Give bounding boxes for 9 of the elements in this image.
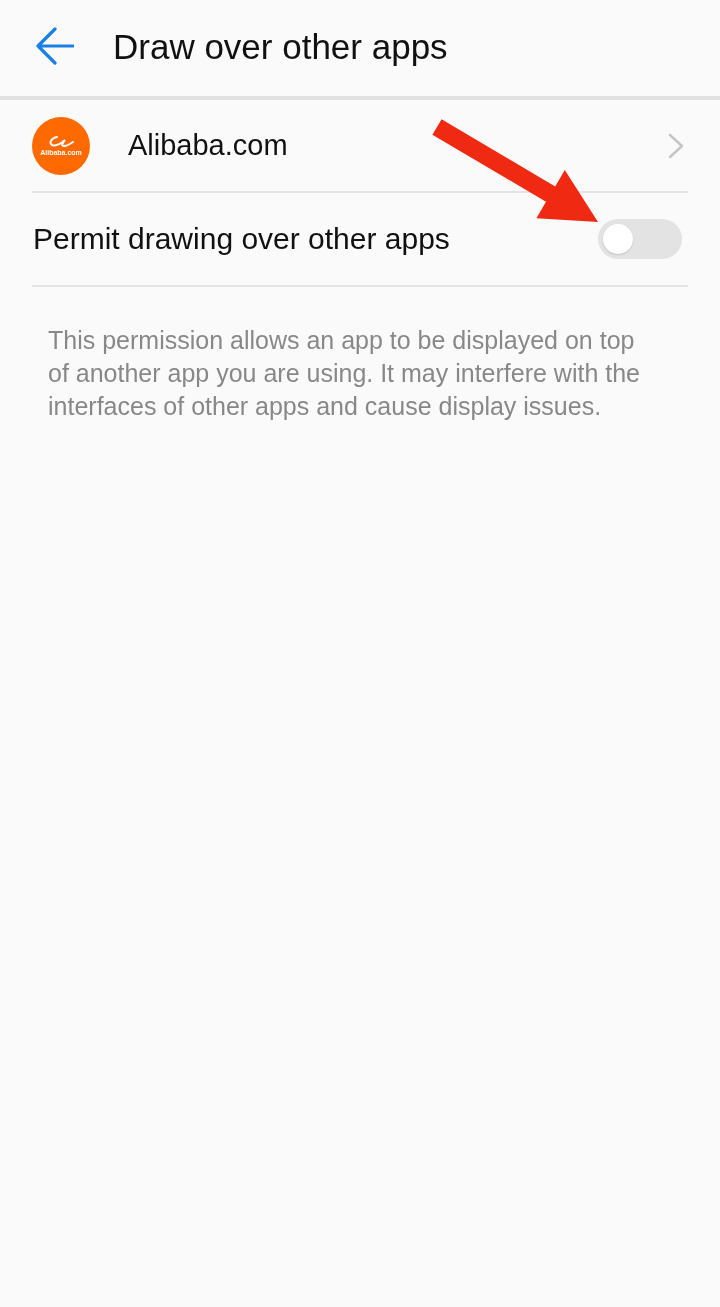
permission-description: This permission allows an app to be displayed on top of another app you are using. It may interfere with the interfaces of other apps and cause display issues. — [48, 325, 641, 422]
toggle-switch[interactable] — [598, 219, 682, 259]
back-button[interactable] — [36, 27, 74, 65]
chevron-right-icon — [668, 132, 684, 159]
logo-mark-icon — [48, 135, 74, 148]
setting-label: Permit drawing over other apps — [33, 224, 450, 254]
app-name: Alibaba.com — [128, 131, 288, 160]
page-title: Draw over other apps — [113, 28, 448, 64]
back-arrow-icon — [36, 27, 74, 65]
